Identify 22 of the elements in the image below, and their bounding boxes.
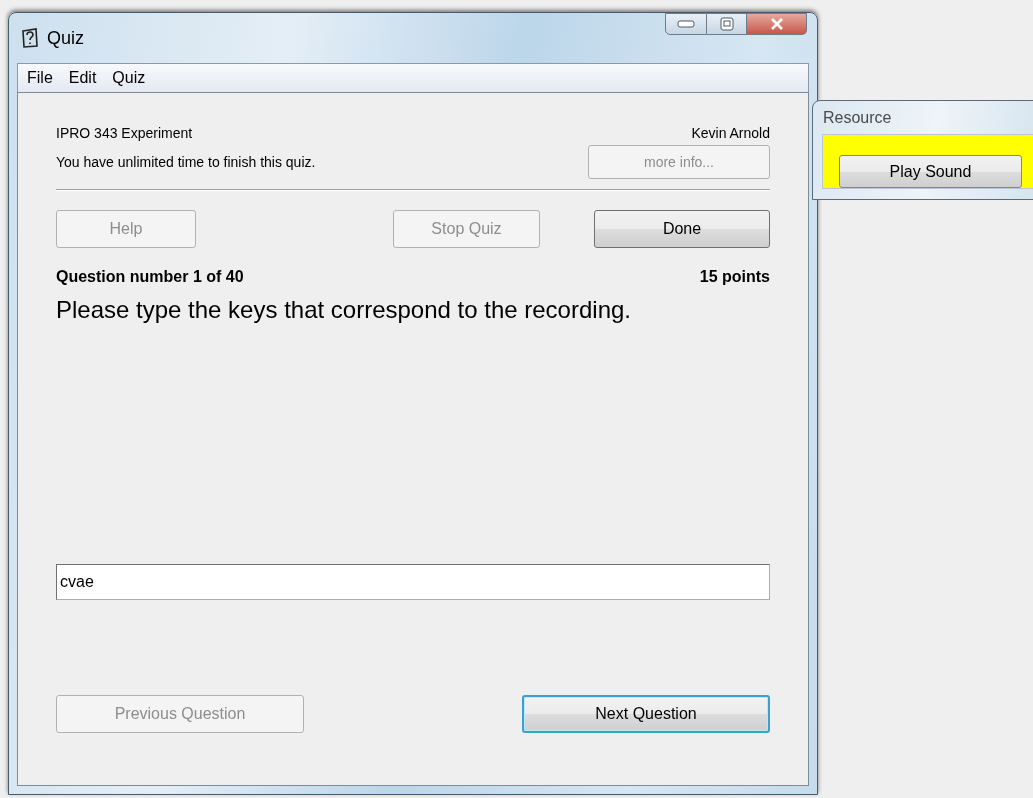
question-prompt: Please type the keys that correspond to the recording. [56, 296, 632, 324]
window-title: Quiz [47, 27, 84, 49]
answer-field[interactable]: cvae [56, 564, 770, 600]
menu-item[interactable]: Edit [61, 69, 104, 87]
time-note: You have unlimited time to finish this quiz. [56, 154, 316, 170]
maximize-icon [719, 17, 734, 31]
close-button[interactable] [747, 13, 807, 35]
next-question-button[interactable]: Next Question [522, 695, 770, 733]
maximize-button[interactable] [707, 13, 747, 35]
minimize-button[interactable] [665, 13, 707, 35]
course-name: IPRO 343 Experiment [56, 125, 193, 141]
help-icon [21, 28, 39, 48]
menu-item[interactable]: File [20, 69, 60, 87]
play-sound-button[interactable]: Play Sound [839, 155, 1022, 188]
question-number: Question number 1 of 40 [56, 268, 244, 286]
minimize-icon [677, 20, 695, 28]
menu-item[interactable]: Quiz [105, 69, 153, 87]
toolbar-button[interactable]: Done [594, 210, 770, 248]
points: 15 points [699, 268, 770, 286]
student-name: Kevin Arnold [691, 125, 770, 141]
close-icon [769, 18, 784, 30]
window-title: Resource [822, 107, 893, 128]
